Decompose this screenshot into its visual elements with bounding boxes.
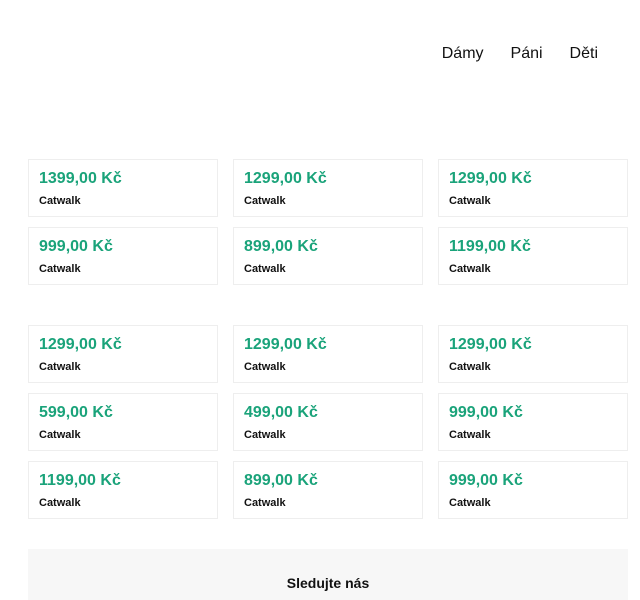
- product-brand: Catwalk: [449, 497, 491, 509]
- product-brand: Catwalk: [244, 195, 286, 207]
- nav-item-deti[interactable]: Děti: [570, 44, 598, 64]
- product-grid-1: 1399,00 Kč Catwalk 1299,00 Kč Catwalk 12…: [28, 159, 628, 285]
- product-grid-2: 1299,00 Kč Catwalk 1299,00 Kč Catwalk 12…: [28, 325, 628, 519]
- main-nav: Dámy Páni Děti: [442, 44, 598, 64]
- product-card[interactable]: 1199,00 Kč Catwalk: [438, 227, 628, 285]
- footer: Sledujte nás: [28, 549, 628, 600]
- product-brand: Catwalk: [244, 429, 286, 441]
- product-price: 899,00 Kč: [244, 238, 318, 255]
- product-price: 1299,00 Kč: [244, 336, 327, 353]
- product-card[interactable]: 1299,00 Kč Catwalk: [28, 325, 218, 383]
- product-card[interactable]: 1299,00 Kč Catwalk: [438, 325, 628, 383]
- page: Dámy Páni Děti 1399,00 Kč Catwalk 1299,0…: [0, 0, 640, 600]
- product-card[interactable]: 1299,00 Kč Catwalk: [438, 159, 628, 217]
- product-card[interactable]: 1299,00 Kč Catwalk: [233, 159, 423, 217]
- footer-title: Sledujte nás: [286, 575, 370, 591]
- product-price: 999,00 Kč: [39, 238, 113, 255]
- product-card[interactable]: 999,00 Kč Catwalk: [438, 461, 628, 519]
- product-card[interactable]: 599,00 Kč Catwalk: [28, 393, 218, 451]
- product-price: 599,00 Kč: [39, 404, 113, 421]
- nav-item-pani[interactable]: Páni: [511, 44, 543, 64]
- product-brand: Catwalk: [449, 429, 491, 441]
- product-brand: Catwalk: [449, 195, 491, 207]
- product-price: 1299,00 Kč: [449, 336, 532, 353]
- product-brand: Catwalk: [244, 497, 286, 509]
- product-price: 1299,00 Kč: [244, 170, 327, 187]
- product-brand: Catwalk: [39, 195, 81, 207]
- product-price: 1299,00 Kč: [39, 336, 122, 353]
- product-price: 1399,00 Kč: [39, 170, 122, 187]
- product-price: 899,00 Kč: [244, 472, 318, 489]
- product-card[interactable]: 999,00 Kč Catwalk: [28, 227, 218, 285]
- product-price: 999,00 Kč: [449, 472, 523, 489]
- product-price: 1199,00 Kč: [39, 472, 121, 489]
- product-brand: Catwalk: [39, 361, 81, 373]
- product-brand: Catwalk: [39, 497, 81, 509]
- product-card[interactable]: 899,00 Kč Catwalk: [233, 227, 423, 285]
- product-card[interactable]: 1199,00 Kč Catwalk: [28, 461, 218, 519]
- product-card[interactable]: 999,00 Kč Catwalk: [438, 393, 628, 451]
- product-brand: Catwalk: [39, 263, 81, 275]
- product-card[interactable]: 1299,00 Kč Catwalk: [233, 325, 423, 383]
- product-card[interactable]: 899,00 Kč Catwalk: [233, 461, 423, 519]
- product-price: 1199,00 Kč: [449, 238, 531, 255]
- product-price: 1299,00 Kč: [449, 170, 532, 187]
- product-brand: Catwalk: [39, 429, 81, 441]
- product-brand: Catwalk: [449, 361, 491, 373]
- product-brand: Catwalk: [449, 263, 491, 275]
- nav-item-damy[interactable]: Dámy: [442, 44, 484, 64]
- product-price: 499,00 Kč: [244, 404, 318, 421]
- product-brand: Catwalk: [244, 361, 286, 373]
- product-card[interactable]: 499,00 Kč Catwalk: [233, 393, 423, 451]
- product-card[interactable]: 1399,00 Kč Catwalk: [28, 159, 218, 217]
- product-brand: Catwalk: [244, 263, 286, 275]
- product-price: 999,00 Kč: [449, 404, 523, 421]
